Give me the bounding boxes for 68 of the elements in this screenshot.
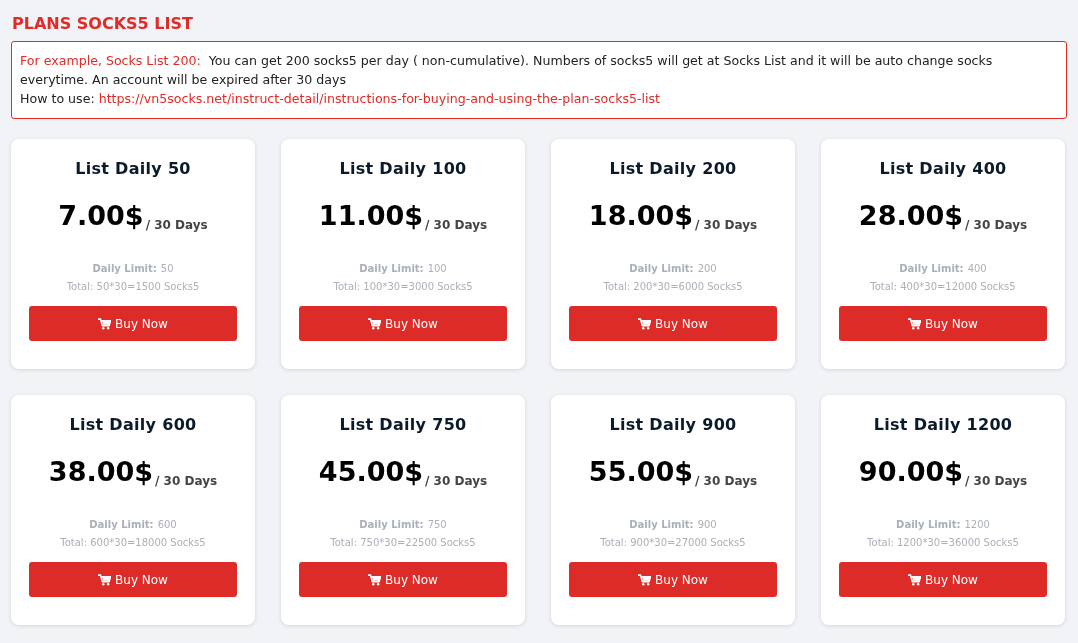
daily-limit-value: 200 [697,263,717,274]
cart-icon [368,317,382,330]
page-title: PLANS SOCKS5 LIST [12,14,194,33]
plan-price: 18.00$ [588,199,694,233]
daily-limit-value: 900 [697,519,717,530]
plan-price: 28.00$ [858,199,964,233]
plan-name: List Daily 1200 [873,415,1013,434]
plan-period: / 30 Days [425,474,488,488]
plan-price: 38.00$ [48,455,154,489]
daily-limit-label: Daily Limit: [896,519,961,530]
buy-now-button[interactable]: Buy Now [299,562,507,597]
plan-name: List Daily 400 [879,159,1007,178]
plan-period: / 30 Days [145,218,208,232]
plan-total: Total: 750*30=22500 Socks5 [330,537,476,548]
plan-period: / 30 Days [965,474,1028,488]
notice-text: For example, Socks List 200: You can get 200 socks5 per day ( non-cumulative). Numbers of socks5 will get at Socks List and it will be auto change socks everytime. An account will be expired after 30 days [20,52,994,89]
cart-icon [908,573,922,586]
cart-icon [98,573,112,586]
plan-price: 7.00$ [58,199,144,233]
daily-limit-value: 400 [967,263,987,274]
daily-limit-label: Daily Limit: [89,519,154,530]
plan-price: 90.00$ [858,455,964,489]
buy-now-button[interactable]: Buy Now [839,562,1047,597]
daily-limit-label: Daily Limit: [629,263,694,274]
cart-icon [368,573,382,586]
daily-limit-value: 50 [160,263,174,274]
plan-name: List Daily 200 [609,159,737,178]
plan-period: / 30 Days [425,218,488,232]
how-to-label: How to use: [20,91,95,106]
plan-price: 45.00$ [318,455,424,489]
plan-name: List Daily 750 [339,415,467,434]
daily-limit-label: Daily Limit: [359,263,424,274]
plan-price: 55.00$ [588,455,694,489]
daily-limit-label: Daily Limit: [899,263,964,274]
plan-total: Total: 600*30=18000 Socks5 [60,537,206,548]
plan-name: List Daily 900 [609,415,737,434]
cart-icon [638,317,652,330]
plan-total: Total: 200*30=6000 Socks5 [603,281,743,292]
daily-limit-label: Daily Limit: [629,519,694,530]
plan-total: Total: 1200*30=36000 Socks5 [867,537,1019,548]
daily-limit-value: 1200 [964,519,990,530]
buy-now-button[interactable]: Buy Now [569,562,777,597]
plan-total: Total: 100*30=3000 Socks5 [333,281,473,292]
plan-total: Total: 900*30=27000 Socks5 [600,537,746,548]
cart-icon [638,573,652,586]
plan-period: / 30 Days [155,474,218,488]
daily-limit-value: 750 [427,519,447,530]
plan-period: / 30 Days [965,218,1028,232]
daily-limit-value: 100 [427,263,447,274]
buy-now-button[interactable]: Buy Now [569,306,777,341]
cart-icon [908,317,922,330]
plan-name: List Daily 50 [75,159,191,178]
plan-period: / 30 Days [695,474,758,488]
buy-now-button[interactable]: Buy Now [29,306,237,341]
daily-limit-label: Daily Limit: [92,263,157,274]
buy-now-button[interactable]: Buy Now [839,306,1047,341]
buy-now-button[interactable]: Buy Now [29,562,237,597]
plan-total: Total: 50*30=1500 Socks5 [66,281,200,292]
instructions-link[interactable]: https://vn5socks.net/instruct-detail/instructions-for-buying-and-using-the-plan-socks5-list [98,91,661,106]
plan-period: / 30 Days [695,218,758,232]
daily-limit-value: 600 [157,519,177,530]
plan-name: List Daily 100 [339,159,467,178]
cart-icon [98,317,112,330]
plan-price: 11.00$ [318,199,424,233]
daily-limit-label: Daily Limit: [359,519,424,530]
buy-now-button[interactable]: Buy Now [299,306,507,341]
plan-name: List Daily 600 [69,415,197,434]
plan-total: Total: 400*30=12000 Socks5 [870,281,1016,292]
